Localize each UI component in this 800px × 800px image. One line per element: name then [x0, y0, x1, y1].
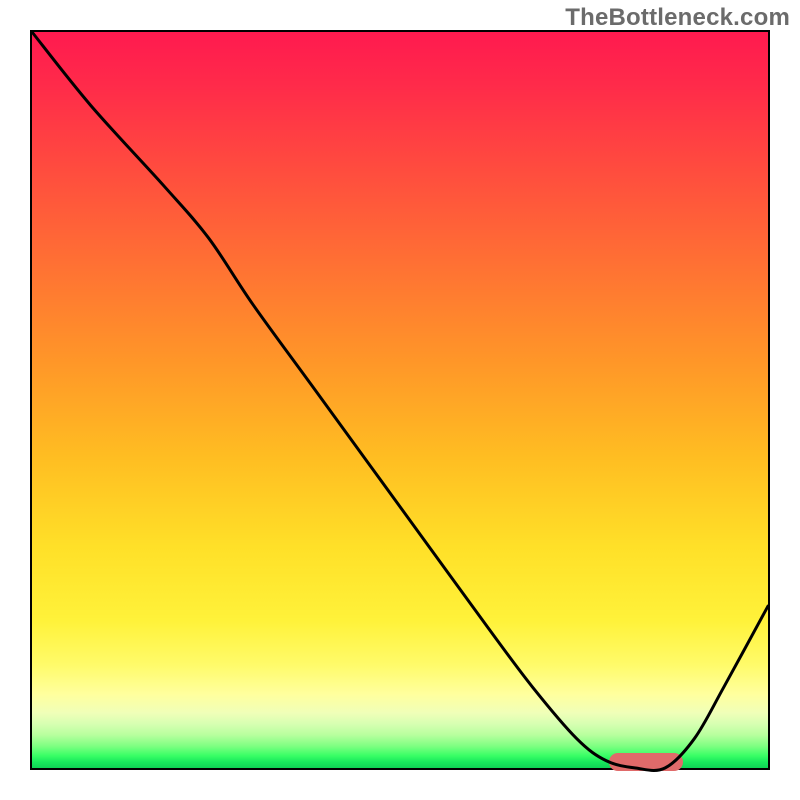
curve-layer [32, 32, 768, 768]
plot-frame [30, 30, 770, 770]
attribution-label: TheBottleneck.com [565, 4, 790, 32]
chart-container: TheBottleneck.com [0, 0, 800, 800]
bottleneck-curve [32, 32, 768, 770]
